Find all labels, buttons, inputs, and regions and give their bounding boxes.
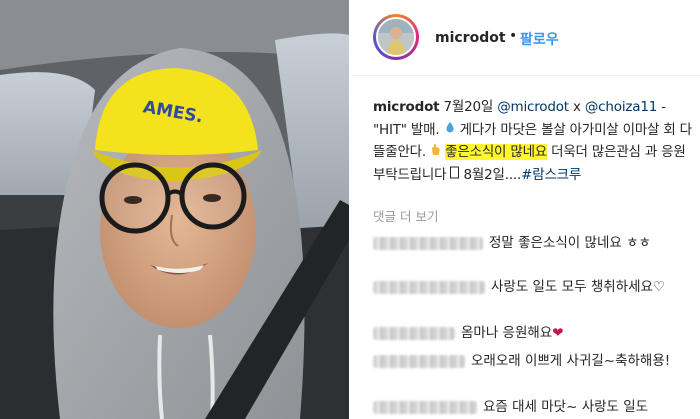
caption-date2: 8월2일....: [459, 166, 522, 183]
post-panel: microdot • 팔로우 microdot 7월20일 @microdot …: [353, 0, 700, 419]
blurred-username: [373, 280, 485, 294]
comment-item: 정말 좋은소식이 많네요 ㅎㅎ: [373, 232, 693, 254]
caption-username[interactable]: microdot: [373, 99, 440, 115]
header-username[interactable]: microdot: [435, 30, 506, 46]
caption-date: 7월20일: [439, 99, 498, 115]
comment-text: 옴마나 응원해요: [461, 325, 553, 341]
comment-text: 오래오래 이쁘게 사귀길~축하해용!: [471, 353, 671, 369]
post-photo[interactable]: AMES.: [0, 0, 349, 419]
hashtag-link[interactable]: #람스크루: [521, 167, 581, 183]
follow-button[interactable]: 팔로우: [520, 29, 559, 49]
blurred-username: [373, 326, 455, 340]
heart-emoji-icon: ❤: [552, 325, 564, 341]
missing-glyph-icon: [446, 166, 460, 183]
post-header: microdot • 팔로우: [353, 0, 700, 76]
avatar-image: [378, 19, 414, 55]
water-drop-emoji-icon: [444, 121, 456, 138]
comment-text: 사랑도 일도 모두 챙취하세요♡: [491, 279, 666, 295]
caption-x: x: [568, 99, 585, 115]
comment-item: 사랑도 일도 모두 챙취하세요♡: [373, 276, 693, 298]
selfie-image: AMES.: [0, 0, 349, 419]
blurred-username: [373, 236, 483, 250]
mention-microdot[interactable]: @microdot: [497, 99, 569, 115]
avatar-ring[interactable]: [373, 14, 419, 60]
comment-item: 옴마나 응원해요❤: [373, 322, 693, 344]
view-more-comments[interactable]: 댓글 더 보기: [373, 206, 438, 225]
caption-highlight: 좋은소식이 많네요: [445, 144, 548, 160]
post-caption: microdot 7월20일 @microdot x @choiza11 - "…: [373, 96, 693, 186]
hand-emoji-icon: [426, 144, 445, 160]
comment-text: 요즘 대세 마닷~ 사랑도 일도: [483, 399, 649, 415]
blurred-username: [373, 400, 477, 414]
comment-item: 요즘 대세 마닷~ 사랑도 일도: [373, 396, 693, 418]
comment-item: 오래오래 이쁘게 사귀길~축하해용!: [373, 350, 693, 372]
avatar[interactable]: [376, 17, 416, 57]
header-separator-dot: •: [509, 28, 518, 44]
mention-choiza11[interactable]: @choiza11: [585, 99, 657, 115]
blurred-username: [373, 354, 465, 368]
comment-text: 정말 좋은소식이 많네요 ㅎㅎ: [489, 235, 651, 251]
